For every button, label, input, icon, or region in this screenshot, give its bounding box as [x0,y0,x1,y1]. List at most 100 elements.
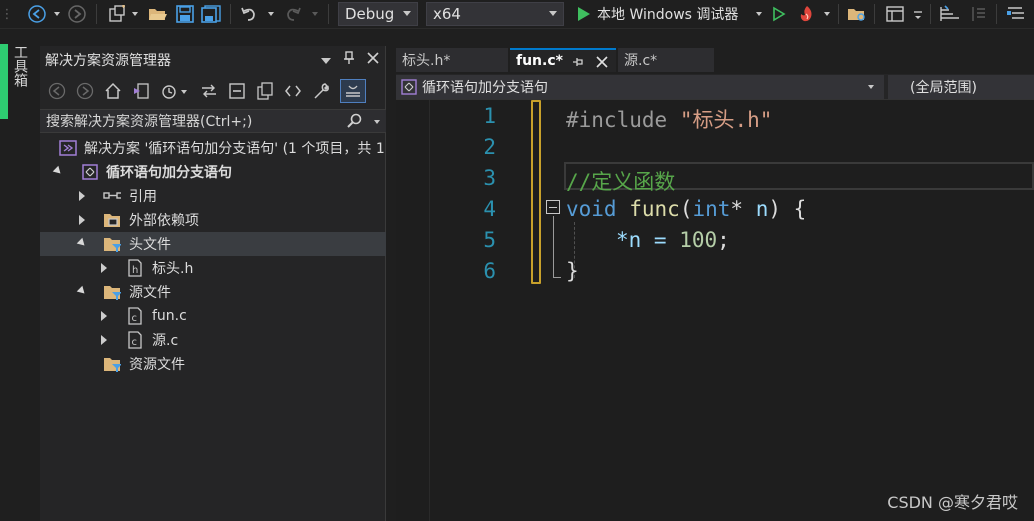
tree-item-external-dependencies[interactable]: 外部依赖项 [40,208,386,232]
code-line-4[interactable]: void func(int* n) { [566,197,806,221]
tree-item-fun-c[interactable]: c fun.c [40,304,386,328]
layout-dropdown-icon[interactable] [910,4,926,24]
undo-icon[interactable] [238,4,260,24]
collapse-all-icon[interactable] [228,82,246,100]
toolbox-tab[interactable]: 工具箱 [12,45,28,87]
code-editor[interactable]: 1 2 3 4 5 6 #include "标头.h" //定义函数 void … [396,100,1034,521]
member-scope-value: (全局范围) [910,80,977,96]
pin-icon[interactable] [343,51,355,69]
uncomment-icon[interactable] [968,4,990,24]
tree-item-label: fun.c [152,308,187,324]
browse-folder-icon[interactable] [846,4,868,24]
show-all-files-icon[interactable] [256,82,274,100]
back-icon[interactable] [48,82,66,100]
tree-item-project[interactable]: 循环语句加分支语句 [40,160,386,184]
tab-header-file[interactable]: 标头.h* [396,48,508,72]
tree-item-solution[interactable]: 解决方案 '循环语句加分支语句' (1 个项目，共 1 个) [40,136,386,160]
tree-item-header-file[interactable]: h 标头.h [40,256,386,280]
bookmark-icon[interactable] [1004,4,1028,24]
number-literal: 100 [679,228,718,252]
tree-item-header-files[interactable]: 头文件 [40,232,386,256]
back-icon[interactable] [26,4,48,24]
keyword-void: void [566,197,617,221]
code-line-6[interactable]: } [566,259,579,283]
run-icon[interactable] [574,4,594,24]
chevron-down-icon [868,85,874,89]
search-options-icon[interactable] [374,120,380,124]
svg-text:c: c [132,313,138,324]
code-line-3[interactable]: //定义函数 [566,166,675,196]
tree-item-source-c[interactable]: c 源.c [40,328,386,352]
tree-item-label: 标头.h [152,261,194,277]
run-debugger-label: 本地 Windows 调试器 [597,7,739,23]
expand-arrow-icon[interactable] [77,239,87,249]
tree-item-references[interactable]: 引用 [40,184,386,208]
expand-arrow-icon[interactable] [77,287,87,297]
preprocessor-directive: #include [566,108,668,132]
save-icon[interactable] [174,4,196,24]
tree-item-resource-files[interactable]: 资源文件 [40,352,386,376]
window-layout-icon[interactable] [884,4,906,24]
function-name: func [629,197,680,221]
new-dropdown-icon[interactable] [130,4,140,24]
pin-icon[interactable] [572,53,584,73]
line-number: 3 [483,166,496,190]
sync-with-active-document-icon[interactable] [200,82,218,100]
tab-fun-c[interactable]: fun.c* [510,48,616,72]
editor-navigation-bar: 循环语句加分支语句 (全局范围) [396,74,1034,100]
comment-out-icon[interactable] [938,4,962,24]
code-line-5[interactable]: *n = 100; [566,228,730,252]
glyph-margin[interactable] [396,100,430,521]
panel-options-icon[interactable] [321,52,331,68]
project-scope-select[interactable]: 循环语句加分支语句 [396,75,884,99]
editor-tab-strip: 标头.h* fun.c* 源.c* [396,46,1034,72]
tree-item-source-files[interactable]: 源文件 [40,280,386,304]
tree-item-label: 引用 [129,189,157,205]
open-paren: ( [679,197,693,221]
run-dropdown-icon[interactable] [754,4,764,24]
c-file-icon: c [126,307,144,325]
member-scope-select[interactable]: (全局范围) [888,75,1034,99]
home-icon[interactable] [104,82,122,100]
new-project-icon[interactable] [106,4,128,24]
close-icon[interactable] [596,53,608,72]
project-icon [401,79,417,99]
properties-wrench-icon[interactable] [312,82,330,100]
expand-arrow-icon[interactable] [99,311,109,321]
tab-label: 标头.h* [402,53,451,69]
expand-arrow-icon[interactable] [99,335,109,345]
platform-select[interactable]: x64 [426,2,564,26]
back-dropdown-icon[interactable] [52,4,62,24]
expand-arrow-icon[interactable] [99,263,109,273]
switch-views-icon[interactable] [132,82,150,100]
expand-arrow-icon[interactable] [53,167,63,177]
configuration-select[interactable]: Debug [338,2,418,26]
hot-reload-icon[interactable] [796,4,818,24]
platform-value: x64 [433,5,461,23]
preview-selected-items-icon[interactable] [340,79,366,103]
pending-changes-filter-icon[interactable] [160,82,190,100]
close-icon[interactable] [367,52,379,68]
hot-reload-dropdown-icon[interactable] [822,4,832,24]
save-all-icon[interactable] [200,4,222,24]
run-debugger-button[interactable]: 本地 Windows 调试器 [597,4,755,24]
solution-explorer-search[interactable]: 搜索解决方案资源管理器(Ctrl+;) [40,109,386,133]
line-number: 6 [483,259,496,283]
start-without-debugging-icon[interactable] [770,4,788,24]
forward-icon[interactable] [66,4,88,24]
collapse-region-icon[interactable] [546,200,560,214]
tab-source-c[interactable]: 源.c* [618,48,714,72]
redo-dropdown-icon[interactable] [310,4,320,24]
forward-icon[interactable] [76,82,94,100]
search-icon[interactable] [346,113,362,133]
undo-dropdown-icon[interactable] [266,4,276,24]
expand-arrow-icon[interactable] [77,215,87,225]
code-line-1[interactable]: #include "标头.h" [566,104,772,134]
open-folder-icon[interactable] [147,4,169,24]
view-code-icon[interactable] [284,82,302,100]
expand-arrow-icon[interactable] [77,191,87,201]
external-deps-icon [103,211,121,229]
redo-icon[interactable] [282,4,304,24]
code-comment: //定义函数 [566,170,676,194]
tree-item-label: 源.c [152,333,179,349]
